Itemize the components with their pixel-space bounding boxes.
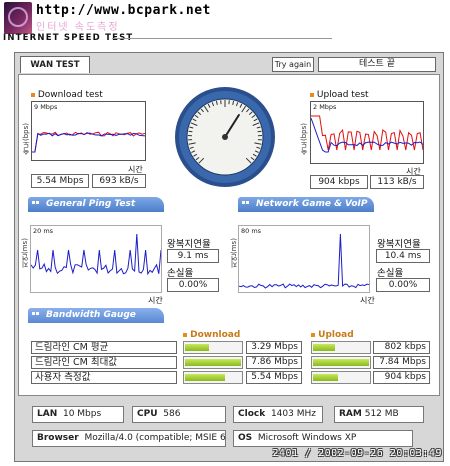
tab-wan-test[interactable]: WAN TEST	[20, 56, 90, 73]
os-info: OS Microsoft Windows XP	[233, 430, 413, 447]
ping-graph-line	[31, 233, 161, 276]
ping-time-label: 시간	[148, 296, 163, 305]
upload-ylabel: 속도(bps)	[300, 123, 308, 155]
download-ylabel: 속도(bps)	[22, 123, 30, 155]
bullet-icon	[310, 93, 314, 97]
download-bar-fill	[185, 344, 209, 351]
try-again-button[interactable]: Try again	[272, 57, 314, 72]
download-graph: 9 Mbps	[31, 101, 146, 161]
browser-info: Browser Mozilla/4.0 (compatible; MSIE 6.…	[32, 430, 226, 447]
download-mbps: 5.54 Mbps	[31, 174, 89, 188]
upload-title: Upload test	[310, 90, 369, 100]
cpu-info: CPU 586	[132, 406, 226, 423]
clock-info: Clock 1403 MHz	[233, 406, 323, 423]
voip-loss-label: 손실율	[377, 268, 404, 279]
download-bar	[183, 356, 243, 369]
upload-kbps: 904 kbps	[310, 175, 368, 189]
download-bar-fill	[185, 359, 241, 366]
upload-bar-fill	[313, 359, 369, 366]
voip-loss-value: 0.00%	[376, 278, 430, 292]
download-bandwidth-value: 3.29 Mbps	[246, 341, 302, 354]
status-field: 테스트 끝	[318, 57, 436, 72]
ping-ylabel: 지연(ms)	[21, 238, 29, 268]
download-title: Download test	[31, 90, 103, 100]
download-bar-fill	[185, 374, 225, 381]
voip-graph-line	[239, 233, 369, 289]
upload-bandwidth-value: 7.84 Mbps	[373, 356, 430, 369]
tab-general-ping[interactable]: General Ping Test	[28, 197, 164, 219]
upload-graph: 2 Mbps	[310, 101, 424, 164]
upload-bar-fill	[313, 344, 335, 351]
bandwidth-row-label: 드림라인 CM 평균	[31, 341, 177, 354]
voip-rtt-label: 왕복지연율	[377, 239, 421, 250]
dots-icon	[32, 201, 40, 220]
ping-loss-value: 0.00%	[167, 278, 219, 292]
ping-rtt-value: 9.1 ms	[167, 249, 219, 263]
site-url: http://www.bcpark.net	[36, 3, 211, 18]
upload-bandwidth-value: 802 kbps	[373, 341, 430, 354]
tab-bandwidth-gauge[interactable]: Bandwidth Gauge	[28, 308, 164, 330]
logo	[4, 2, 32, 34]
bandwidth-row-label: 드림라인 CM 최대값	[31, 356, 177, 369]
timestamp: 2401 / 2002-09-26 20:03:49	[272, 448, 442, 459]
bandwidth-row-label: 사용자 측정값	[31, 371, 177, 384]
download-graph-lines	[32, 131, 145, 153]
bandwidth-upload-header: Upload	[311, 330, 354, 340]
gauge-dial	[175, 87, 275, 187]
upload-bar-fill	[313, 374, 338, 381]
bandwidth-download-header: Download	[183, 330, 240, 340]
bullet-icon	[311, 333, 315, 337]
download-bandwidth-value: 7.86 Mbps	[246, 356, 302, 369]
voip-time-label: 시간	[360, 296, 375, 305]
voip-graph: 80 ms	[238, 225, 370, 293]
download-kbs: 693 kB/s	[92, 174, 146, 188]
tab-game-voip[interactable]: Network Game & VoIP Test	[238, 197, 374, 224]
dots-icon	[32, 312, 40, 331]
download-bar	[183, 341, 243, 354]
upload-graph-lines	[311, 115, 423, 153]
bullet-icon	[183, 333, 187, 337]
ping-rtt-label: 왕복지연율	[167, 239, 211, 250]
upload-bar	[311, 341, 371, 354]
upload-kbs: 113 kB/s	[370, 175, 424, 189]
download-bar	[183, 371, 243, 384]
dots-icon	[242, 201, 250, 220]
ram-info: RAM 512 MB	[334, 406, 424, 423]
upload-bandwidth-value: 904 kbps	[373, 371, 430, 384]
divider	[112, 38, 332, 39]
lan-info: LAN 10 Mbps	[32, 406, 124, 423]
site-subtitle: 인터넷 속도측정	[36, 22, 120, 33]
speed-gauge	[174, 86, 276, 188]
upload-bar	[311, 371, 371, 384]
bullet-icon	[31, 93, 35, 97]
voip-rtt-value: 10.4 ms	[376, 249, 430, 263]
download-bandwidth-value: 5.54 Mbps	[246, 371, 302, 384]
ping-loss-label: 손실율	[167, 268, 194, 279]
ping-graph: 20 ms	[30, 225, 162, 293]
upload-bar	[311, 356, 371, 369]
